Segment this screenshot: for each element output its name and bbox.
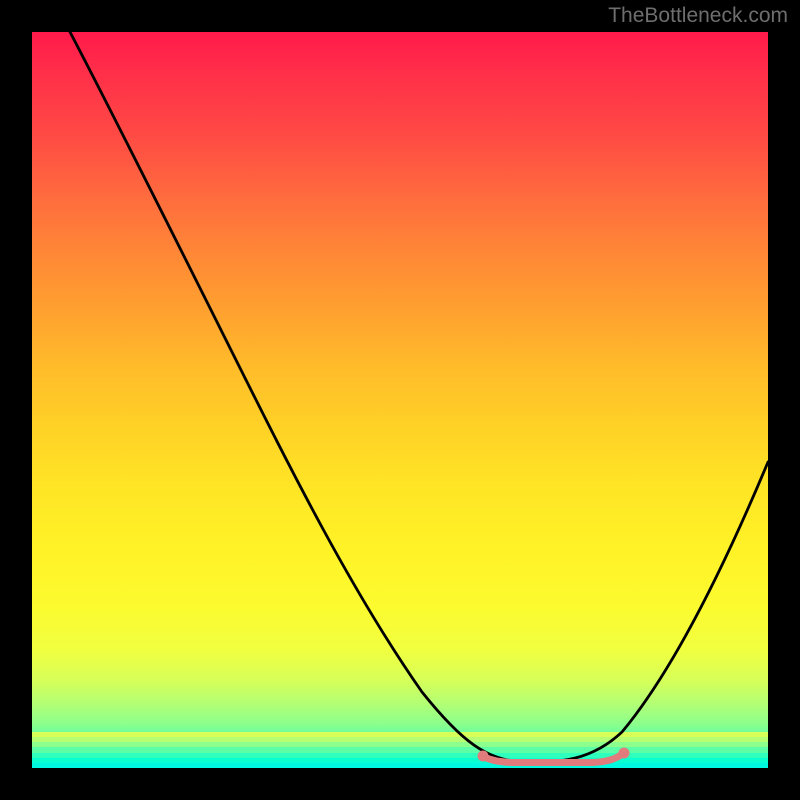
segment-end-dot xyxy=(619,748,630,759)
plot-area xyxy=(32,32,768,768)
main-curve-path xyxy=(70,32,768,762)
watermark-text: TheBottleneck.com xyxy=(608,4,788,28)
bottleneck-curve xyxy=(32,32,768,768)
segment-start-dot xyxy=(478,751,489,762)
